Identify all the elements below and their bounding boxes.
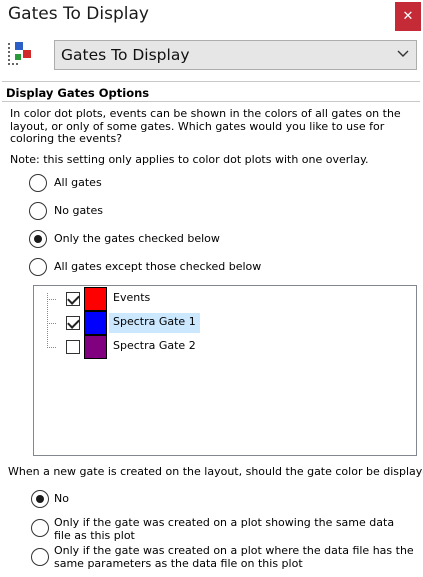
tree-connector [47,299,56,300]
radio-new-gate-same-parameters[interactable] [31,548,49,566]
tree-connector [47,293,48,348]
section-divider [2,101,420,102]
tree-item-spectra-gate-1[interactable]: Spectra Gate 1 [109,313,200,333]
gate-checkbox-events[interactable] [66,292,80,306]
radio-new-gate-no[interactable] [31,490,49,508]
tree-item-events[interactable]: Events [109,289,154,309]
gate-checkbox-spectra-gate-1[interactable] [66,316,80,330]
gate-color-swatch [84,287,107,311]
radio-label-only-checked-gates[interactable]: Only the gates checked below [54,232,220,245]
section-note: Note: this setting only applies to color… [10,153,369,166]
gate-tree[interactable]: Events Spectra Gate 1 Spectra Gate 2 [33,285,417,456]
section-divider [2,81,420,82]
radio-label-new-gate-no[interactable]: No [54,492,69,505]
gate-checkbox-spectra-gate-2[interactable] [66,340,80,354]
radio-no-gates[interactable] [29,202,47,220]
tree-item-spectra-gate-2[interactable]: Spectra Gate 2 [109,337,200,357]
close-button[interactable]: ✕ [395,2,421,31]
section-description: In color dot plots, events can be shown … [10,107,401,145]
gate-color-swatch [84,311,107,335]
radio-label-all-gates[interactable]: All gates [54,176,102,189]
dropdown-value: Gates To Display [61,46,190,64]
gate-overlay-icon [6,40,38,68]
close-icon: ✕ [402,9,414,24]
new-gate-question: When a new gate is created on the layout… [8,465,423,478]
radio-all-except-checked[interactable] [29,258,47,276]
radio-only-checked-gates[interactable] [29,230,47,248]
title-bar: Gates To Display ✕ [0,0,423,33]
radio-label-new-gate-same-file[interactable]: Only if the gate was created on a plot s… [54,516,414,542]
section-title: Display Gates Options [6,86,150,100]
radio-label-new-gate-same-parameters[interactable]: Only if the gate was created on a plot w… [54,544,414,570]
tree-connector [47,323,56,324]
radio-new-gate-same-file[interactable] [31,519,49,537]
chevron-down-icon [397,50,409,57]
radio-label-no-gates[interactable]: No gates [54,204,103,217]
radio-label-all-except-checked[interactable]: All gates except those checked below [54,260,261,273]
tree-connector [47,347,56,348]
radio-all-gates[interactable] [29,174,47,192]
gate-color-swatch [84,335,107,359]
window-title: Gates To Display [8,4,149,24]
gates-to-display-dropdown[interactable]: Gates To Display [54,40,417,70]
